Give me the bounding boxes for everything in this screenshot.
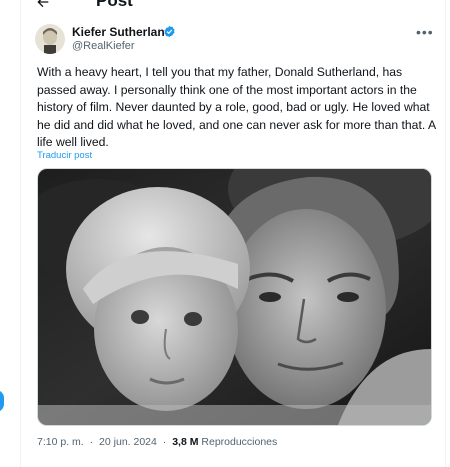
author-name[interactable]: Kiefer Sutherland [72, 25, 172, 39]
post-time[interactable]: 7:10 p. m. [37, 436, 84, 448]
translate-link[interactable]: Traducir post [37, 150, 92, 161]
avatar[interactable] [35, 24, 65, 54]
views-label: Reproducciones [201, 436, 278, 448]
views-count: 3,8 M [172, 436, 199, 448]
meta-separator: · [89, 436, 94, 448]
post-date[interactable]: 20 jun. 2024 [99, 436, 157, 448]
post-header: Post [20, 0, 445, 14]
post-meta: 7:10 p. m. · 20 jun. 2024 · 3,8 M Reprod… [37, 436, 277, 448]
post-photo[interactable] [37, 168, 432, 426]
side-action-button[interactable] [0, 390, 4, 412]
arrow-left-icon[interactable] [34, 0, 52, 10]
post-text: With a heavy heart, I tell you that my f… [37, 65, 436, 149]
column-border-left [20, 0, 21, 467]
author-handle[interactable]: @RealKiefer [72, 40, 135, 53]
page-title: Post [96, 0, 133, 10]
more-dots-icon[interactable]: ••• [416, 25, 434, 39]
meta-separator: · [162, 436, 167, 448]
column-border-right [445, 0, 446, 467]
verified-badge-icon [164, 25, 175, 38]
